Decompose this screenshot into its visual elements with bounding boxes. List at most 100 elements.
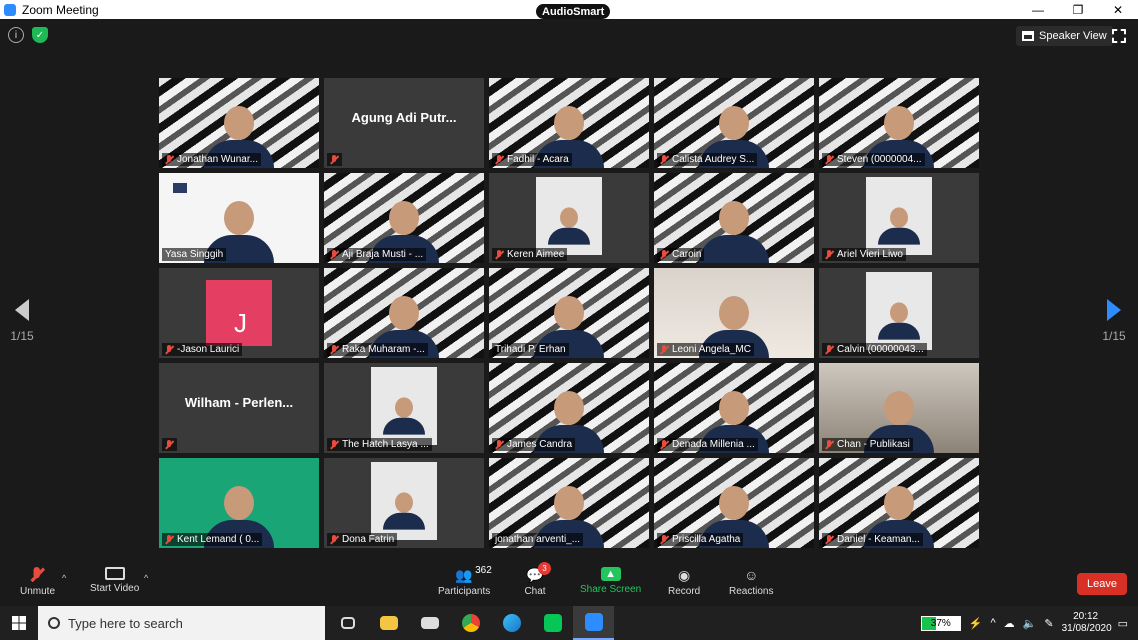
info-icon[interactable]: i bbox=[8, 27, 24, 43]
participant-name: Dona Fatrin bbox=[342, 534, 395, 545]
cloud-icon[interactable]: ☁ bbox=[1004, 617, 1015, 630]
participant-name: Daniel - Keaman... bbox=[837, 534, 920, 545]
mic-muted-icon bbox=[660, 154, 669, 165]
restore-button[interactable]: ❐ bbox=[1058, 0, 1098, 19]
participant-tile[interactable]: Jonathan Wunar... bbox=[159, 78, 319, 168]
power-icon[interactable]: ⚡ bbox=[969, 617, 983, 630]
participant-tile[interactable]: Fadhil - Acara bbox=[489, 78, 649, 168]
participant-tile[interactable]: The Hatch Lasya ... bbox=[324, 363, 484, 453]
participant-tile[interactable]: Leoni Angela_MC bbox=[654, 268, 814, 358]
logo bbox=[173, 183, 187, 193]
line-icon[interactable] bbox=[532, 606, 573, 640]
start-video-button[interactable]: Start Video bbox=[90, 567, 139, 594]
participant-tile[interactable]: -Jason Laurici bbox=[159, 268, 319, 358]
close-button[interactable]: ✕ bbox=[1098, 0, 1138, 19]
participant-name-tag: Fadhil - Acara bbox=[492, 153, 572, 166]
participant-name: James Candra bbox=[507, 439, 573, 450]
participant-tile[interactable]: Calista Audrey S... bbox=[654, 78, 814, 168]
battery-indicator[interactable]: 37% bbox=[920, 615, 961, 631]
leave-button[interactable]: Leave bbox=[1077, 573, 1127, 595]
speaker-view-icon bbox=[1022, 31, 1034, 41]
prev-page-button[interactable]: 1/15 bbox=[2, 299, 42, 343]
participant-tile[interactable]: James Candra bbox=[489, 363, 649, 453]
taskbar-search[interactable]: Type here to search bbox=[38, 606, 325, 640]
video-options-caret[interactable]: ^ bbox=[144, 573, 148, 583]
windows-icon bbox=[12, 616, 26, 630]
mic-muted-icon bbox=[660, 344, 669, 355]
participant-name: Jonathan Wunar... bbox=[177, 154, 258, 165]
speaker-icon[interactable]: 🔈 bbox=[1023, 617, 1037, 630]
task-view-icon[interactable] bbox=[327, 606, 368, 640]
participant-tile[interactable]: Raka Muharam -... bbox=[324, 268, 484, 358]
participant-tile[interactable]: jonathan arventi_... bbox=[489, 458, 649, 548]
participant-tile[interactable]: Wilham - Perlen... bbox=[159, 363, 319, 453]
file-explorer-icon[interactable] bbox=[368, 606, 409, 640]
participant-name-tag: James Candra bbox=[492, 438, 576, 451]
speaker-view-button[interactable]: Speaker View bbox=[1016, 26, 1113, 46]
participant-name: Denada Millenia ... bbox=[672, 439, 755, 450]
zoom-taskbar-icon[interactable] bbox=[573, 606, 614, 640]
participant-tile[interactable]: Keren Aimee bbox=[489, 173, 649, 263]
record-button[interactable]: ◉ Record bbox=[668, 566, 700, 598]
participants-button[interactable]: 👥 362 Participants bbox=[438, 565, 492, 597]
start-button[interactable] bbox=[0, 606, 38, 640]
participant-tile[interactable]: Yasa Singgih bbox=[159, 173, 319, 263]
page-indicator-right: 1/15 bbox=[1102, 329, 1126, 343]
participant-tile[interactable]: Ariel Vieri Liwo bbox=[819, 173, 979, 263]
participant-name: Fadhil - Acara bbox=[507, 154, 569, 165]
chat-button[interactable]: 💬 3 Chat bbox=[524, 562, 551, 597]
zoom-app-icon bbox=[4, 3, 16, 16]
participant-tile[interactable]: Chan - Publikasi bbox=[819, 363, 979, 453]
reactions-button[interactable]: ☺ Reactions bbox=[729, 567, 773, 597]
chat-label: Chat bbox=[524, 586, 546, 597]
participant-grid: Jonathan Wunar... Agung Adi Putr... Fadhil… bbox=[159, 78, 979, 548]
mic-muted-icon bbox=[825, 534, 834, 545]
notifications-icon[interactable]: ▭ bbox=[1118, 617, 1128, 630]
participant-name-tag: Denada Millenia ... bbox=[657, 438, 758, 451]
edge-icon[interactable] bbox=[491, 606, 532, 640]
mail-icon[interactable] bbox=[409, 606, 450, 640]
shield-icon[interactable]: ✓ bbox=[32, 27, 48, 43]
participant-name-tag bbox=[327, 153, 342, 166]
participant-tile[interactable]: Priscilla Agatha bbox=[654, 458, 814, 548]
reactions-label: Reactions bbox=[729, 586, 774, 597]
participant-name-tag bbox=[162, 438, 177, 451]
participant-name: The Hatch Lasya ... bbox=[342, 439, 429, 450]
chevron-up-icon[interactable]: ^ bbox=[991, 617, 996, 629]
chrome-icon[interactable] bbox=[450, 606, 491, 640]
participant-tile[interactable]: Agung Adi Putr... bbox=[324, 78, 484, 168]
participant-name-tag: jonathan arventi_... bbox=[492, 533, 584, 546]
participant-tile[interactable]: Trihadi P. Erhan bbox=[489, 268, 649, 358]
search-placeholder: Type here to search bbox=[68, 615, 183, 631]
next-page-button[interactable]: 1/15 bbox=[1094, 299, 1134, 343]
participant-tile[interactable]: Steven (0000004... bbox=[819, 78, 979, 168]
participant-tile[interactable]: Daniel - Keaman... bbox=[819, 458, 979, 548]
participant-tile[interactable]: Caroin bbox=[654, 173, 814, 263]
participant-name-tag: Jonathan Wunar... bbox=[162, 153, 261, 166]
time-label: 20:12 bbox=[1073, 611, 1099, 622]
fullscreen-icon[interactable] bbox=[1112, 29, 1126, 43]
participant-name-tag: The Hatch Lasya ... bbox=[327, 438, 432, 451]
mic-muted-icon bbox=[495, 439, 504, 450]
participant-tile[interactable]: Kent Lemand ( 0... bbox=[159, 458, 319, 548]
mic-muted-icon bbox=[660, 439, 669, 450]
pen-icon[interactable]: ✎ bbox=[1044, 617, 1053, 630]
participant-tile[interactable]: Denada Millenia ... bbox=[654, 363, 814, 453]
clock[interactable]: 20:12 31/08/2020 bbox=[1062, 611, 1112, 635]
mic-muted-icon bbox=[165, 534, 174, 545]
participant-display-name: Wilham - Perlen... bbox=[184, 395, 294, 410]
participant-tile[interactable]: Aji Braja Musti - ... bbox=[324, 173, 484, 263]
participant-name-tag: Leoni Angela_MC bbox=[657, 343, 754, 356]
minimize-button[interactable]: — bbox=[1018, 0, 1058, 19]
participant-tile[interactable]: Dona Fatrin bbox=[324, 458, 484, 548]
system-tray: 37% ⚡ ^ ☁ 🔈 ✎ 20:12 31/08/2020 ▭ bbox=[920, 606, 1138, 640]
participant-name-tag: Dona Fatrin bbox=[327, 533, 398, 546]
share-screen-button[interactable]: ▲ Share Screen bbox=[580, 567, 641, 595]
record-icon: ◉ bbox=[678, 566, 691, 583]
participant-tile[interactable]: Calvin (00000043... bbox=[819, 268, 979, 358]
participant-name: Aji Braja Musti - ... bbox=[342, 249, 424, 260]
audio-options-caret[interactable]: ^ bbox=[62, 573, 66, 583]
audiosmart-badge[interactable]: AudioSmart bbox=[536, 4, 611, 19]
unmute-button[interactable]: Unmute bbox=[20, 567, 55, 597]
page-indicator-left: 1/15 bbox=[10, 329, 34, 343]
